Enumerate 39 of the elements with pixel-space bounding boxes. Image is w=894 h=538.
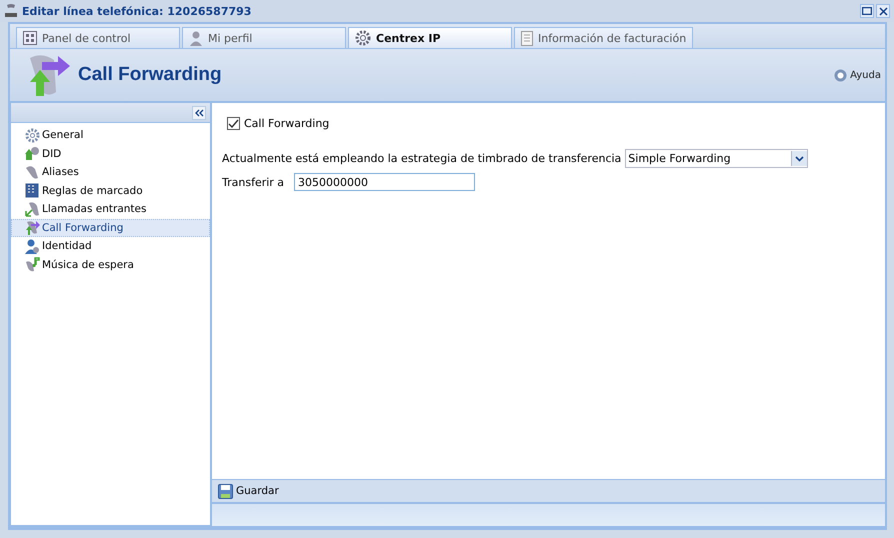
sidebar-item[interactable]: Llamadas entrantes [11,200,210,218]
page-title: Call Forwarding [78,64,222,86]
phone-arrow-icon [25,220,40,236]
sidebar-item[interactable]: Reglas de marcado [11,182,210,200]
phone-icon [4,3,18,19]
phone-music-icon [25,257,40,272]
close-button[interactable] [876,4,890,18]
phone-arrow-icon [25,202,40,217]
tab[interactable]: Panel de control [16,27,180,48]
person-icon [25,238,40,254]
phone-icon [25,164,40,180]
checkbox[interactable] [227,117,240,130]
sidebar-item[interactable]: Call Forwarding [11,218,210,237]
field-label: Actualmente está empleando la estrategia de timbrado de transferencia [222,152,622,165]
gear-icon [25,128,40,143]
collapse-button[interactable] [192,106,206,120]
tab[interactable]: Mi perfil [182,27,346,48]
grid-icon [23,31,37,45]
window-title: Editar línea telefónica: 12026587793 [22,4,252,18]
help-icon [834,68,848,82]
sidebar-item[interactable]: Música de espera [11,256,210,274]
double-chevron-icon [194,108,204,116]
keypad-icon [25,183,40,198]
sidebar-item[interactable]: DID [11,144,210,163]
help-link[interactable]: Ayuda [834,68,881,82]
strategy-dropdown[interactable]: Simple Forwarding [625,149,808,168]
sidebar-item[interactable]: General [11,126,210,144]
sidebar-item[interactable]: Aliases [11,163,210,182]
tab[interactable]: Información de facturación [514,27,694,48]
gear-icon [355,30,371,46]
maximize-button[interactable] [860,4,874,18]
save-button[interactable]: Guardar [216,482,281,500]
field-label: Transferir a [222,176,286,188]
sidebar-item[interactable]: Identidad [11,237,210,256]
tab[interactable]: Centrex IP [348,27,512,48]
person-icon [189,30,203,46]
input-field[interactable]: 3050000000 [294,173,475,191]
document-icon [521,30,533,46]
checkbox-label: Call Forwarding [244,117,330,130]
